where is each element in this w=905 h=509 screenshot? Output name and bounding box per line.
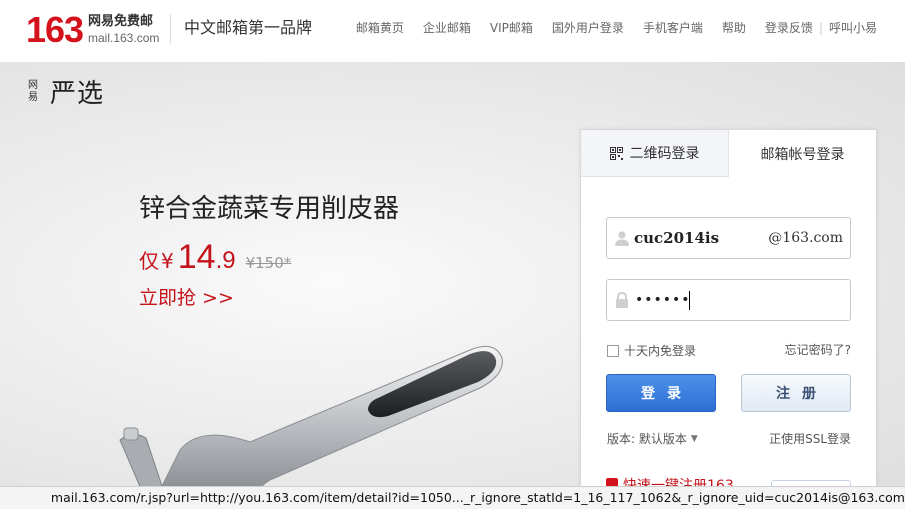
- original-price: ¥150*: [245, 254, 292, 272]
- nav-overseas-login[interactable]: 国外用户登录: [552, 20, 624, 36]
- status-url: mail.163.com/r.jsp?url=http://you.163.co…: [50, 490, 905, 505]
- buy-now-link[interactable]: 立即抢 >>: [139, 285, 234, 311]
- version-label: 版本: 默认版本: [607, 432, 687, 446]
- username-field[interactable]: cuc2014is @163.com: [606, 217, 851, 259]
- nav-yellow-pages[interactable]: 邮箱黄页: [356, 20, 404, 36]
- nav-help[interactable]: 帮助: [722, 20, 746, 36]
- top-header: 163 网易免费邮 mail.163.com 中文邮箱第一品牌 邮箱黄页 企业邮…: [0, 0, 905, 62]
- peeler-product-image[interactable]: [110, 330, 530, 509]
- promo-title[interactable]: 锌合金蔬菜专用削皮器: [139, 193, 399, 225]
- password-value[interactable]: ••••••: [635, 292, 691, 308]
- nav-mobile-client[interactable]: 手机客户端: [643, 20, 703, 36]
- price-decimal: .9: [215, 247, 236, 274]
- top-nav: 邮箱黄页 企业邮箱 VIP邮箱 国外用户登录 手机客户端 帮助 登录反馈 | 呼…: [337, 20, 877, 36]
- tab-mail-label: 邮箱帐号登录: [760, 146, 845, 163]
- tab-qr-login[interactable]: 二维码登录: [581, 130, 729, 177]
- price-prefix: 仅: [139, 249, 159, 273]
- yanxuan-logo-small[interactable]: 网易: [28, 80, 40, 104]
- login-tabs: 二维码登录 邮箱帐号登录: [581, 130, 876, 177]
- header-divider: [170, 14, 171, 44]
- ssl-login-link[interactable]: 正使用SSL登录: [769, 430, 851, 447]
- remember-checkbox[interactable]: [607, 344, 619, 357]
- remember-me[interactable]: 十天内免登录: [607, 342, 696, 359]
- price-integer: 14: [177, 238, 216, 276]
- logo-en-text[interactable]: mail.163.com: [88, 31, 159, 45]
- register-button[interactable]: 注册: [741, 374, 851, 412]
- lock-icon: [616, 292, 628, 308]
- price-currency: ¥: [161, 249, 174, 273]
- user-icon: [615, 231, 629, 246]
- header-slogan: 中文邮箱第一品牌: [184, 18, 313, 37]
- yanxuan-logo[interactable]: 严选: [50, 78, 104, 110]
- version-select[interactable]: 版本: 默认版本 ▼: [607, 430, 698, 447]
- promo-price: 仅 ¥ 14 .9 ¥150*: [139, 238, 291, 278]
- forgot-password-link[interactable]: 忘记密码了?: [785, 341, 851, 358]
- nav-login-feedback[interactable]: 登录反馈: [765, 20, 813, 36]
- password-field[interactable]: ••••••: [606, 279, 851, 321]
- logo-cn-text[interactable]: 网易免费邮: [88, 14, 153, 30]
- tab-mail-login[interactable]: 邮箱帐号登录: [729, 130, 876, 177]
- login-button[interactable]: 登录: [606, 374, 716, 412]
- browser-status-bar: mail.163.com/r.jsp?url=http://you.163.co…: [0, 486, 905, 509]
- tab-qr-label: 二维码登录: [629, 146, 700, 162]
- qr-code-icon: [609, 146, 623, 160]
- chevron-down-icon: ▼: [690, 433, 698, 444]
- logo-163[interactable]: 163: [26, 10, 84, 50]
- username-value[interactable]: cuc2014is: [634, 229, 719, 247]
- login-panel: 二维码登录 邮箱帐号登录 cuc2014is @163.com •••••• 十…: [580, 129, 877, 509]
- nav-enterprise-mail[interactable]: 企业邮箱: [423, 20, 471, 36]
- nav-vip-mail[interactable]: VIP邮箱: [490, 20, 533, 36]
- remember-label: 十天内免登录: [624, 344, 697, 358]
- domain-suffix: @163.com: [768, 230, 843, 246]
- nav-separator: |: [818, 21, 823, 35]
- text-cursor: [689, 291, 690, 310]
- nav-call-xiaoyi[interactable]: 呼叫小易: [829, 20, 877, 36]
